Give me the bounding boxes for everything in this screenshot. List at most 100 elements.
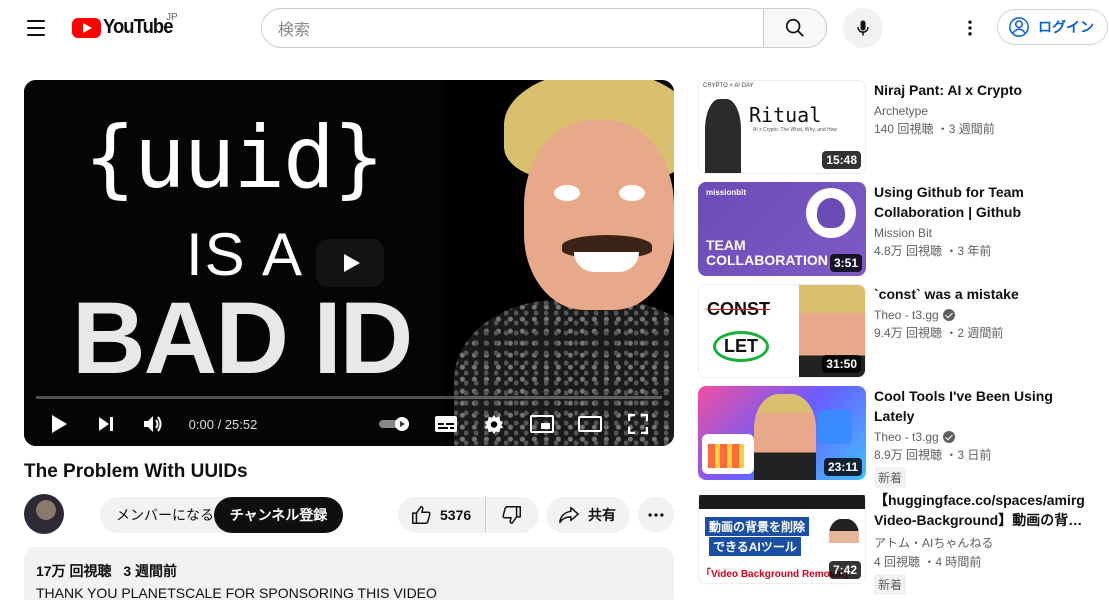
recommendation-meta: 9.4万 回視聴 ・2 週間前	[874, 326, 1004, 340]
app-logo-icon	[702, 434, 754, 474]
recommendation-info[interactable]: `const` was a mistake Theo - t3.gg 9.4万 …	[874, 284, 1084, 341]
recommendation-channel: Theo - t3.gg	[874, 430, 1084, 444]
dislike-button[interactable]	[486, 497, 538, 533]
time-display: 0:00 / 25:52	[188, 416, 258, 432]
thumbnail-brand: missionbit	[706, 188, 747, 197]
url-banner	[699, 495, 865, 509]
description-text: THANK YOU PLANETSCALE FOR SPONSORING THI…	[36, 585, 437, 600]
verified-badge-icon	[942, 309, 955, 321]
logo-text: YouTube	[103, 16, 173, 38]
play-icon	[52, 415, 67, 433]
app-tile-icon	[818, 410, 852, 444]
login-label: ログイン	[1038, 19, 1094, 35]
search-button[interactable]	[763, 8, 827, 48]
recommendation-thumbnail[interactable]: CONST LET 31:50	[698, 284, 866, 378]
thumbnail-badid-text: BAD ID	[72, 281, 413, 395]
region-code: JP	[166, 12, 178, 23]
next-button[interactable]	[94, 402, 118, 446]
thumbnail-title: Ritual	[749, 103, 822, 127]
join-membership-label: メンバーになる	[116, 507, 214, 523]
recommendation-meta: 4.8万 回視聴 ・3 年前	[874, 244, 992, 258]
duration-badge: 23:11	[823, 458, 862, 476]
duration-badge: 7:42	[828, 561, 861, 579]
search-placeholder: 検索	[278, 22, 311, 39]
recommendation-thumbnail[interactable]: CRYPTO × AI DAY Ritual AI x Crypto: The …	[698, 80, 866, 174]
subtitles-icon	[435, 416, 457, 432]
theater-mode-button[interactable]	[576, 402, 604, 446]
like-button[interactable]: 5376	[398, 497, 486, 533]
new-badge: 新着	[874, 467, 907, 488]
share-button[interactable]: 共有	[546, 497, 630, 533]
recommendation-item[interactable]: CONST LET 31:50 `const` was a mistake Th…	[698, 284, 1108, 378]
presenter-image	[424, 80, 674, 446]
duration-badge: 3:51	[829, 254, 862, 272]
duration-badge: 31:50	[822, 355, 861, 373]
share-icon	[559, 506, 579, 524]
fullscreen-button[interactable]	[624, 402, 652, 446]
login-button[interactable]: ログイン	[997, 9, 1108, 45]
miniplayer-icon	[530, 415, 554, 433]
recommendation-thumbnail[interactable]: 動画の背景を削除 できるAIツール 「Video Background Remo…	[698, 490, 866, 584]
like-count: 5376	[440, 507, 472, 523]
channel-avatar[interactable]	[24, 494, 64, 534]
settings-menu-button[interactable]	[950, 8, 990, 48]
autoplay-toggle[interactable]	[378, 402, 412, 446]
presenter-figure	[754, 394, 816, 480]
subscribe-button[interactable]: チャンネル登録	[214, 497, 343, 533]
subtitles-button[interactable]	[432, 402, 460, 446]
masthead: YouTube JP 検索 ログイン	[0, 0, 1109, 56]
thumbnail-line1: TEAM	[706, 237, 746, 253]
video-title: The Problem With UUIDs	[24, 461, 248, 482]
recommendation-thumbnail[interactable]: missionbit TEAM COLLABORATION 3:51	[698, 182, 866, 276]
recommendation-channel: Archetype	[874, 104, 1084, 118]
recommendation-info[interactable]: Niraj Pant: AI x Crypto Archetype 140 回視…	[874, 80, 1084, 137]
miniplayer-button[interactable]	[528, 402, 556, 446]
thumbnail-uuid-text: {uuid}	[84, 108, 385, 208]
thumbnail-line2: COLLABORATION	[706, 252, 828, 268]
menu-icon[interactable]	[18, 12, 54, 44]
theater-mode-icon	[578, 416, 602, 432]
settings-button[interactable]	[480, 402, 508, 446]
search-input[interactable]: 検索	[261, 8, 764, 48]
youtube-play-icon	[72, 17, 101, 38]
recommendation-thumbnail[interactable]: 23:11	[698, 386, 866, 480]
youtube-logo[interactable]: YouTube	[72, 16, 179, 39]
thumbnail-caption: CRYPTO × AI DAY	[703, 83, 754, 89]
thumbnail-line2: LET	[713, 331, 769, 362]
mute-button[interactable]	[140, 402, 166, 446]
recommendation-title: Niraj Pant: AI x Crypto	[874, 82, 1023, 98]
share-label: 共有	[588, 507, 616, 523]
recommendation-channel: Mission Bit	[874, 226, 1084, 240]
thumbs-up-icon	[412, 506, 431, 524]
description-box[interactable]: 17万 回視聴 3 週間前 THANK YOU PLANETSCALE FOR …	[24, 547, 674, 600]
recommendation-channel: Theo - t3.gg	[874, 308, 1084, 322]
play-button[interactable]	[46, 402, 72, 446]
thumbnail-line1: 動画の背景を削除	[705, 517, 810, 536]
account-icon	[1009, 17, 1029, 37]
progress-bar[interactable]	[36, 396, 662, 399]
large-play-button[interactable]	[316, 239, 384, 287]
like-dislike-group: 5376	[398, 497, 539, 533]
thumbnail-isa-text: IS A	[186, 221, 305, 288]
recommendation-info[interactable]: Cool Tools I've Been Using Lately Theo -…	[874, 386, 1084, 488]
recommendation-info[interactable]: 【huggingface.co/spaces/amirg Video-Backg…	[874, 490, 1084, 595]
voice-search-button[interactable]	[843, 8, 883, 48]
recommendation-title: `const` was a mistake	[874, 286, 1019, 302]
video-player[interactable]: {uuid} IS A BAD ID 0:00 / 25:52	[24, 80, 674, 446]
more-actions-button[interactable]	[638, 497, 674, 533]
view-count: 17万 回視聴	[36, 563, 112, 579]
thumbs-down-icon	[502, 506, 521, 524]
player-controls: 0:00 / 25:52	[24, 402, 674, 446]
recommendation-item[interactable]: missionbit TEAM COLLABORATION 3:51 Using…	[698, 182, 1108, 276]
microphone-icon	[857, 20, 869, 36]
recommendation-item[interactable]: 23:11 Cool Tools I've Been Using Lately …	[698, 386, 1108, 488]
volume-icon	[144, 416, 162, 432]
thumbnail-subtitle: AI x Crypto: The What, Why, and How	[753, 127, 838, 133]
recommendation-meta: 140 回視聴 ・3 週間前	[874, 122, 995, 136]
recommendation-menu-button[interactable]	[1078, 74, 1106, 102]
recommendation-item[interactable]: CRYPTO × AI DAY Ritual AI x Crypto: The …	[698, 80, 1108, 174]
thumbnail-line1: CONST	[707, 299, 770, 319]
recommendation-item[interactable]: 動画の背景を削除 できるAIツール 「Video Background Remo…	[698, 490, 1108, 595]
recommendation-info[interactable]: Using Github for Team Collaboration | Gi…	[874, 182, 1084, 259]
more-vert-icon	[968, 20, 972, 36]
